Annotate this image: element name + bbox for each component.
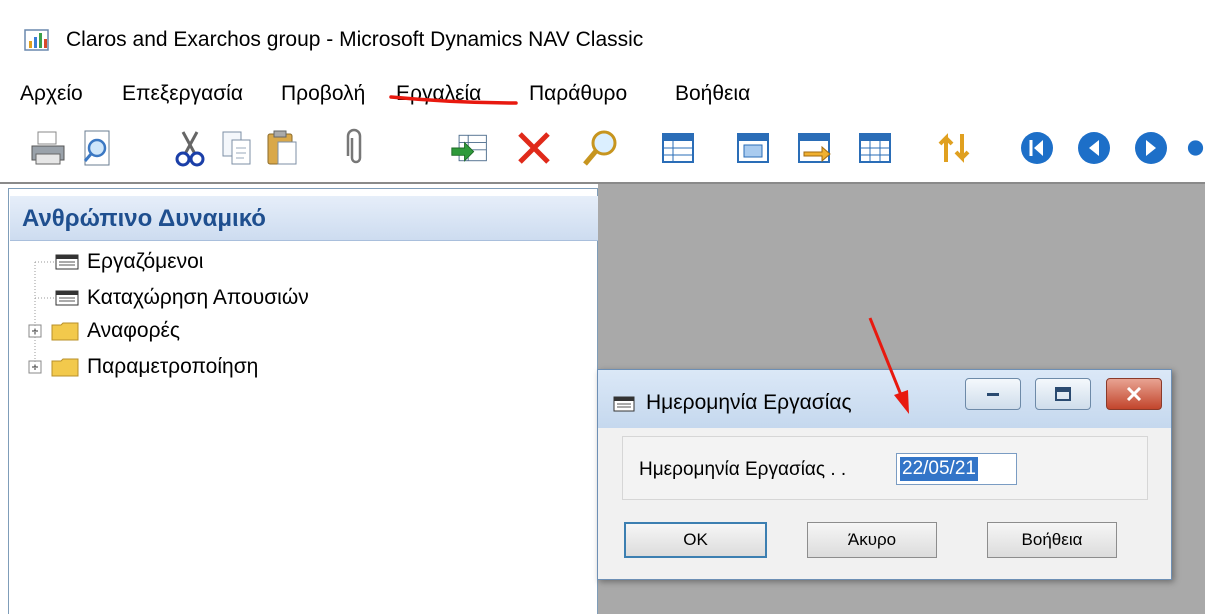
working-date-dialog: Ημερομηνία Εργασίας Ημερομηνία Εργασίας … <box>597 369 1172 580</box>
table-icon[interactable] <box>855 126 895 170</box>
form-icon <box>55 254 79 270</box>
title-bar: Claros and Exarchos group - Microsoft Dy… <box>0 0 1205 78</box>
working-date-value: 22/05/21 <box>900 457 978 481</box>
folder-icon <box>51 358 79 377</box>
sort-icon[interactable] <box>934 126 974 170</box>
print-preview-icon[interactable] <box>77 126 117 170</box>
menu-tools[interactable]: Εργαλεία <box>396 82 481 106</box>
paste-icon[interactable] <box>262 126 302 170</box>
tree-item-absence-registration[interactable]: Καταχώρηση Απουσιών <box>55 283 309 313</box>
help-button[interactable]: Βοήθεια <box>987 522 1117 558</box>
list-icon[interactable] <box>658 126 698 170</box>
window-title: Claros and Exarchos group - Microsoft Dy… <box>66 28 644 51</box>
maximize-icon <box>1055 387 1071 401</box>
menu-view[interactable]: Προβολή <box>281 82 365 106</box>
working-date-input[interactable]: 22/05/21 <box>896 453 1017 485</box>
tree-item-employees[interactable]: Εργαζόμενοι <box>55 247 203 277</box>
copy-icon[interactable] <box>217 126 257 170</box>
minimize-button[interactable] <box>965 378 1021 410</box>
dialog-title: Ημερομηνία Εργασίας <box>646 391 852 414</box>
field-group: Ημερομηνία Εργασίας . . 22/05/21 <box>622 436 1148 500</box>
cancel-button[interactable]: Άκυρο <box>807 522 937 558</box>
last-record-icon[interactable] <box>1186 126 1205 170</box>
delete-icon[interactable] <box>514 126 554 170</box>
close-icon <box>1126 387 1142 401</box>
previous-record-icon[interactable] <box>1074 126 1114 170</box>
menu-window[interactable]: Παράθυρο <box>529 82 627 106</box>
nav-app-icon <box>24 28 50 52</box>
navigation-title: Ανθρώπινο Δυναμικό <box>22 205 266 232</box>
print-icon[interactable] <box>28 126 68 170</box>
first-record-icon[interactable] <box>1017 126 1057 170</box>
tree-item-label: Αναφορές <box>87 319 180 342</box>
folder-icon <box>51 322 79 341</box>
next-record-icon[interactable] <box>1131 126 1171 170</box>
minimize-icon <box>987 393 999 396</box>
tree-item-label: Καταχώρηση Απουσιών <box>87 286 309 309</box>
ok-button[interactable]: OK <box>624 522 767 558</box>
expand-icon[interactable] <box>28 324 42 338</box>
tree-item-label: Παραμετροποίηση <box>87 355 259 378</box>
navigation-header: Ανθρώπινο Δυναμικό <box>10 196 598 241</box>
insert-record-icon[interactable] <box>450 126 490 170</box>
menu-bar: Αρχείο Επεξεργασία Προβολή Εργαλεία Παρά… <box>0 78 1205 112</box>
menu-help[interactable]: Βοήθεια <box>675 82 750 106</box>
transfer-icon[interactable] <box>794 126 834 170</box>
tree-item-setup[interactable]: Παραμετροποίηση <box>28 352 258 382</box>
card-icon[interactable] <box>733 126 773 170</box>
form-icon <box>613 396 635 412</box>
attach-icon[interactable] <box>336 126 376 170</box>
tree-item-reports[interactable]: Αναφορές <box>28 316 180 346</box>
cut-icon[interactable] <box>170 126 210 170</box>
form-icon <box>55 290 79 306</box>
dialog-title-bar[interactable]: Ημερομηνία Εργασίας <box>598 370 1171 428</box>
find-icon[interactable] <box>580 126 620 170</box>
working-date-label: Ημερομηνία Εργασίας . . <box>639 459 847 480</box>
menu-edit[interactable]: Επεξεργασία <box>122 82 243 106</box>
expand-icon[interactable] <box>28 360 42 374</box>
maximize-button[interactable] <box>1035 378 1091 410</box>
toolbar <box>0 112 1205 182</box>
tree-item-label: Εργαζόμενοι <box>87 250 204 273</box>
close-button[interactable] <box>1106 378 1162 410</box>
menu-file[interactable]: Αρχείο <box>20 82 83 106</box>
